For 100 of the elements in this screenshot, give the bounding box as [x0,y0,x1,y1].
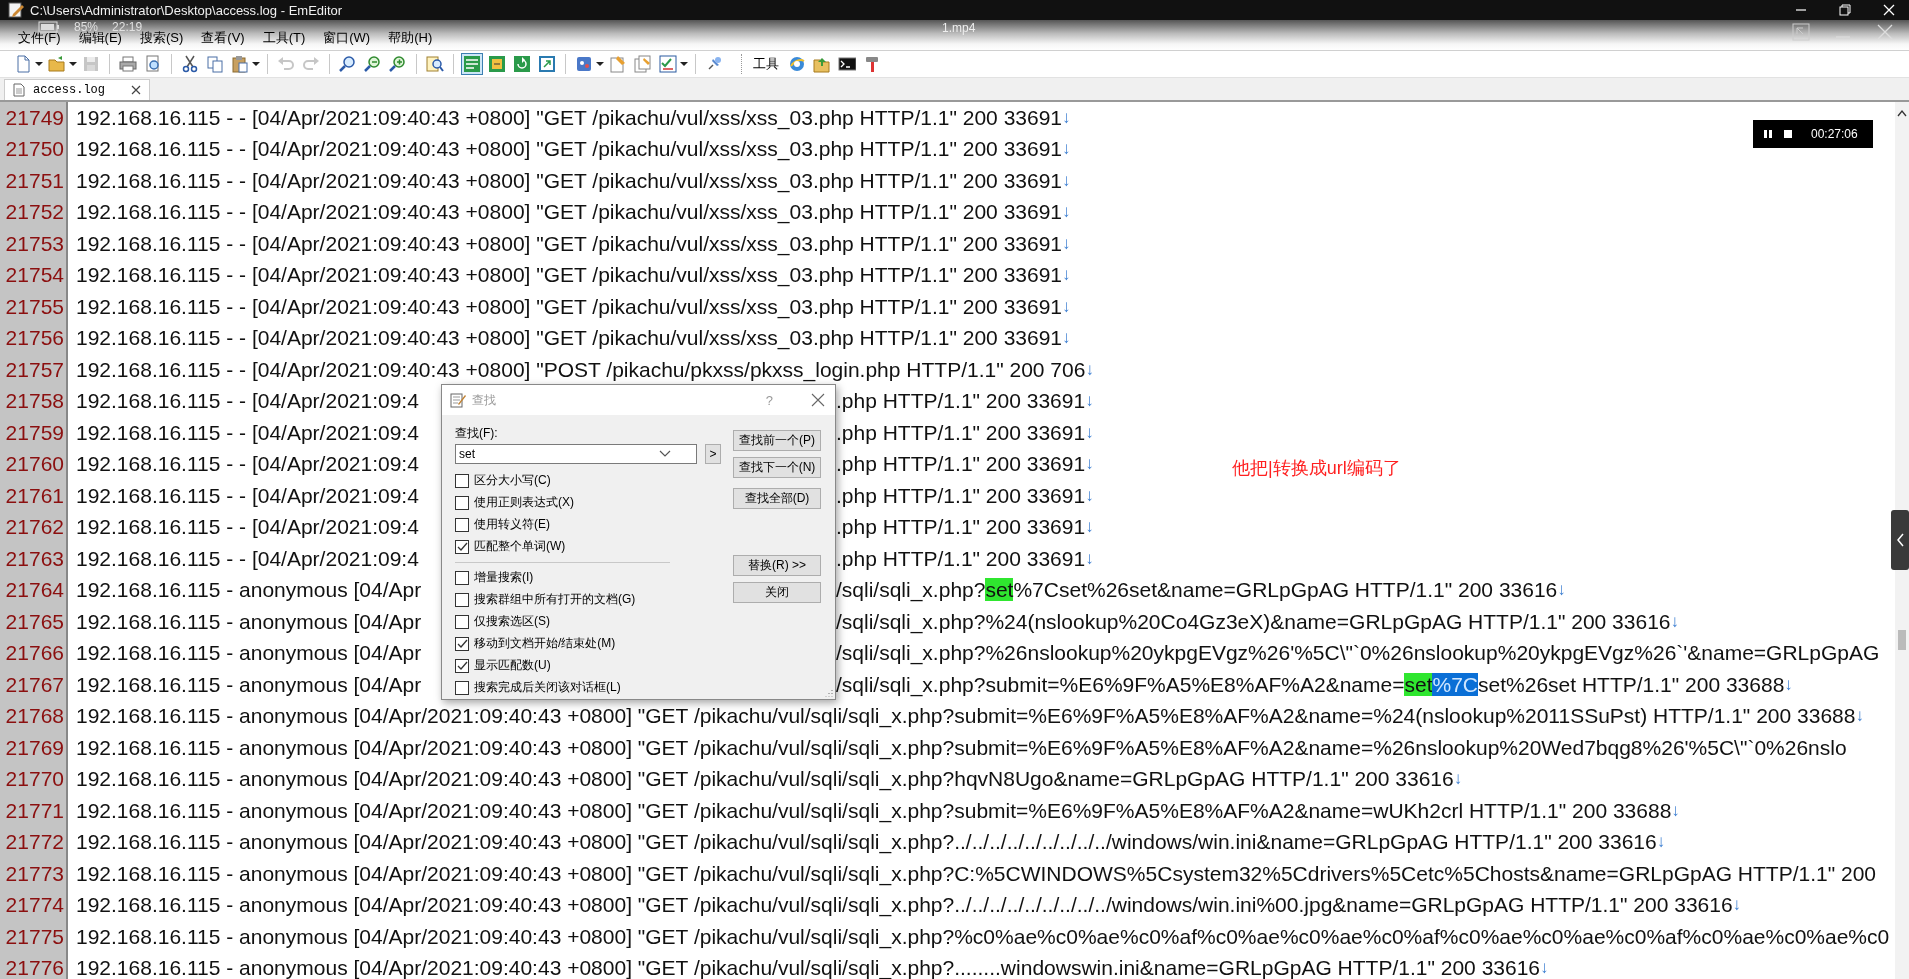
log-line-text: /sqli/sqli_x.php?%24(nslookup%20Co4Gz3eX)&name=GRLpGpAG HTTP/1.1" 200 33616 [836,609,1671,634]
log-line-text: 192.168.16.115 - - [04/Apr/2021:09:40:43 +0800] "GET /pikachu/vul/xss/xss_03.php HTTP/1.1" 200 33691 [76,326,1063,351]
close-icon[interactable] [1881,2,1897,18]
log-line-text: 192.168.16.115 - anonymous [04/Apr/2021:09:40:43 +0800] "GET /pikachu/vul/sqli/sqli_x.php?%c0%ae%c0%ae%c0%af%c0%ae%c0%ae%c0%af%c0%ae%c0%ae%c0%af%c0%ae%c0%ae%c0 [76,924,1890,949]
checkbox[interactable] [455,495,469,510]
line-end-mark: ↓ [1453,769,1463,790]
line-number: 21749 [0,102,68,134]
log-line-text: 192.168.16.115 - anonymous [04/Apr [76,672,423,697]
log-line-text: 192.168.16.115 - anonymous [04/Apr [76,641,423,666]
globe-icon[interactable] [788,55,806,73]
log-line-text: 192.168.16.115 - - [04/Apr/2021:09:4 [76,515,420,540]
checkbox-label[interactable]: 匹配整个单词(W) [474,538,566,555]
hammer-icon[interactable] [863,55,881,73]
dialog-button[interactable]: 替换(R) >> [733,555,821,576]
menu-item[interactable]: 窗口(W) [323,29,371,47]
line-end-mark: ↓ [1062,265,1071,286]
checkbox[interactable] [455,539,469,554]
log-line-text: /sqli/sqli_x.php?%26nslookup%20ykpgEVgz%26'%5C\"`0%26nslookup%20ykpgEVgz%26`'&name=GRLpGpAG [836,641,1880,666]
line-number: 21759 [0,417,68,449]
line-end-mark: ↓ [1671,800,1680,821]
side-panel-handle[interactable] [1891,510,1909,570]
log-line-text: .php HTTP/1.1" 200 33691 [836,546,1086,571]
line-number: 21773 [0,858,68,890]
line-end-mark: ↓ [1656,832,1666,853]
line-number: 21761 [0,480,68,512]
log-line-text: 192.168.16.115 - anonymous [04/Apr/2021:09:40:43 +0800] "GET /pikachu/vul/sqli/sqli_x.php?../../../../../../../../../windows/win.ini%00.jpg&name=GRLpGpAG HTTP/1.1" 200 33616 [76,893,1733,918]
checkbox-label[interactable]: 区分大小写(C) [474,472,551,489]
dialog-button[interactable]: 查找前一个(P) [733,430,821,451]
line-end-mark: ↓ [1784,674,1793,695]
checkbox[interactable] [455,473,469,488]
checkbox-label[interactable]: 搜索完成后关闭该对话框(L) [474,679,621,696]
menu-item[interactable]: 查看(V) [201,29,245,47]
checkbox[interactable] [455,592,469,607]
log-line-text: 192.168.16.115 - - [04/Apr/2021:09:40:43 +0800] "GET /pikachu/vul/xss/xss_03.php HTTP/1.1" 200 33691 [76,200,1063,225]
line-end-mark: ↓ [1085,485,1094,506]
log-line-text: 192.168.16.115 - - [04/Apr/2021:09:40:43 +0800] "GET /pikachu/vul/xss/xss_03.php HTTP/1.1" 200 33691 [76,231,1063,256]
log-line-text: 192.168.16.115 - anonymous [04/Apr/2021:09:40:43 +0800] "GET /pikachu/vul/sqli/sqli_x.php?........windowswin.ini&name=GRLpGpAG HTTP/1.1" 200 33616 [76,956,1541,979]
pause-icon[interactable] [1763,128,1773,140]
scroll-thumb[interactable] [1898,630,1906,650]
line-number: 21770 [0,763,68,795]
resize-grip-icon[interactable] [823,687,833,697]
checkbox-label[interactable]: 搜索群组中所有打开的文档(G) [474,591,636,608]
log-line-text: 192.168.16.115 - - [04/Apr/2021:09:40:43 +0800] "POST /pikachu/pkxss/pkxss_login.php HTTP/1.1" 200 706 [76,357,1086,382]
log-line-text: .php HTTP/1.1" 200 33691 [836,420,1086,445]
line-end-mark: ↓ [1085,422,1094,443]
checkbox[interactable] [455,570,469,585]
chevron-down-icon[interactable] [659,450,671,458]
checkbox[interactable] [455,636,469,651]
log-line-text: 192.168.16.115 - anonymous [04/Apr [76,609,423,634]
restore-icon[interactable] [1837,2,1853,18]
picture-in-picture-icon[interactable] [1791,22,1811,42]
scroll-up-icon[interactable] [1896,108,1908,118]
checkbox[interactable] [455,614,469,629]
log-line-text: .php HTTP/1.1" 200 33691 [836,452,1086,477]
line-end-mark: ↓ [1062,328,1071,349]
checkbox-label[interactable]: 使用正则表达式(X) [474,494,574,511]
history-button[interactable]: > [705,444,721,464]
log-line-text: 192.168.16.115 - - [04/Apr/2021:09:4 [76,546,420,571]
dialog-button[interactable]: 查找全部(D) [733,488,821,509]
checkmark-icon [456,638,468,649]
recording-time: 00:27:06 [1811,127,1858,141]
close-icon[interactable] [131,85,141,95]
line-end-mark: ↓ [1085,391,1094,412]
log-line-text: 192.168.16.115 - anonymous [04/Apr/2021:09:40:43 +0800] "GET /pikachu/vul/sqli/sqli_x.php?C:%5CWINDOWS%5Csystem32%5Cdrivers%5Cetc%5Chosts&name=GRLpGpAG HTTP/1.1" 200 [76,861,1877,886]
scrollbar[interactable] [1895,102,1909,979]
checkbox[interactable] [455,658,469,673]
console-icon[interactable] [838,55,856,73]
dialog-title: 查找 [472,391,496,409]
checkbox-label[interactable]: 使用转义符(E) [474,516,550,533]
line-end-mark: ↓ [1062,202,1071,223]
line-end-mark: ↓ [1085,359,1094,380]
checkbox[interactable] [455,517,469,532]
line-number: 21763 [0,543,68,575]
line-number: 21751 [0,165,68,197]
video-file-name: 1.mp4 [942,21,976,35]
log-line-text: 192.168.16.115 - - [04/Apr/2021:09:40:43 +0800] "GET /pikachu/vul/xss/xss_03.php HTTP/1.1" 200 33691 [76,263,1063,288]
folder-up-icon[interactable] [813,55,831,73]
menu-item[interactable]: 工具(T) [262,29,306,47]
checkbox[interactable] [455,680,469,695]
line-number: 21768 [0,700,68,732]
stop-icon[interactable] [1783,128,1793,140]
log-line-text: 192.168.16.115 - anonymous [04/Apr/2021:09:40:43 +0800] "GET /pikachu/vul/sqli/sqli_x.php?submit=%E6%9F%A5%E8%AF%A2&name=%26nslookup%20Wed7bqg8%26'%5C\"`0%26nslo [76,735,1847,760]
checkbox-label[interactable]: 移动到文档开始/结束处(M) [474,635,616,652]
checkbox-label[interactable]: 仅搜索选区(S) [474,613,550,630]
checkbox-label[interactable]: 增量搜索(I) [474,569,534,586]
line-end-mark: ↓ [1732,895,1742,916]
menu-item[interactable]: 帮助(H) [388,29,433,47]
log-line-text: 192.168.16.115 - anonymous [04/Apr/2021:09:40:43 +0800] "GET /pikachu/vul/sqli/sqli_x.php?submit=%E6%9F%A5%E8%AF%A2&name=%24(nslookup%2011SSuPst) HTTP/1.1" 200 33688 [76,704,1856,729]
dialog-button[interactable]: 查找下一个(N) [733,457,821,478]
battery-icon [38,21,60,33]
line-end-mark: ↓ [1062,139,1071,160]
search-field[interactable]: set [455,444,697,464]
line-end-mark: ↓ [1085,454,1094,475]
dialog-button[interactable]: 关闭 [733,582,821,603]
file-tab[interactable]: access.log [4,79,150,100]
checkbox-label[interactable]: 显示匹配数(U) [474,657,551,674]
log-line-text: 192.168.16.115 - - [04/Apr/2021:09:40:43 +0800] "GET /pikachu/vul/xss/xss_03.php HTTP/1.1" 200 33691 [76,168,1063,193]
line-number: 21764 [0,574,68,606]
log-line-text: 192.168.16.115 - - [04/Apr/2021:09:4 [76,483,420,508]
menu-item[interactable]: 文件(F) [18,29,61,47]
